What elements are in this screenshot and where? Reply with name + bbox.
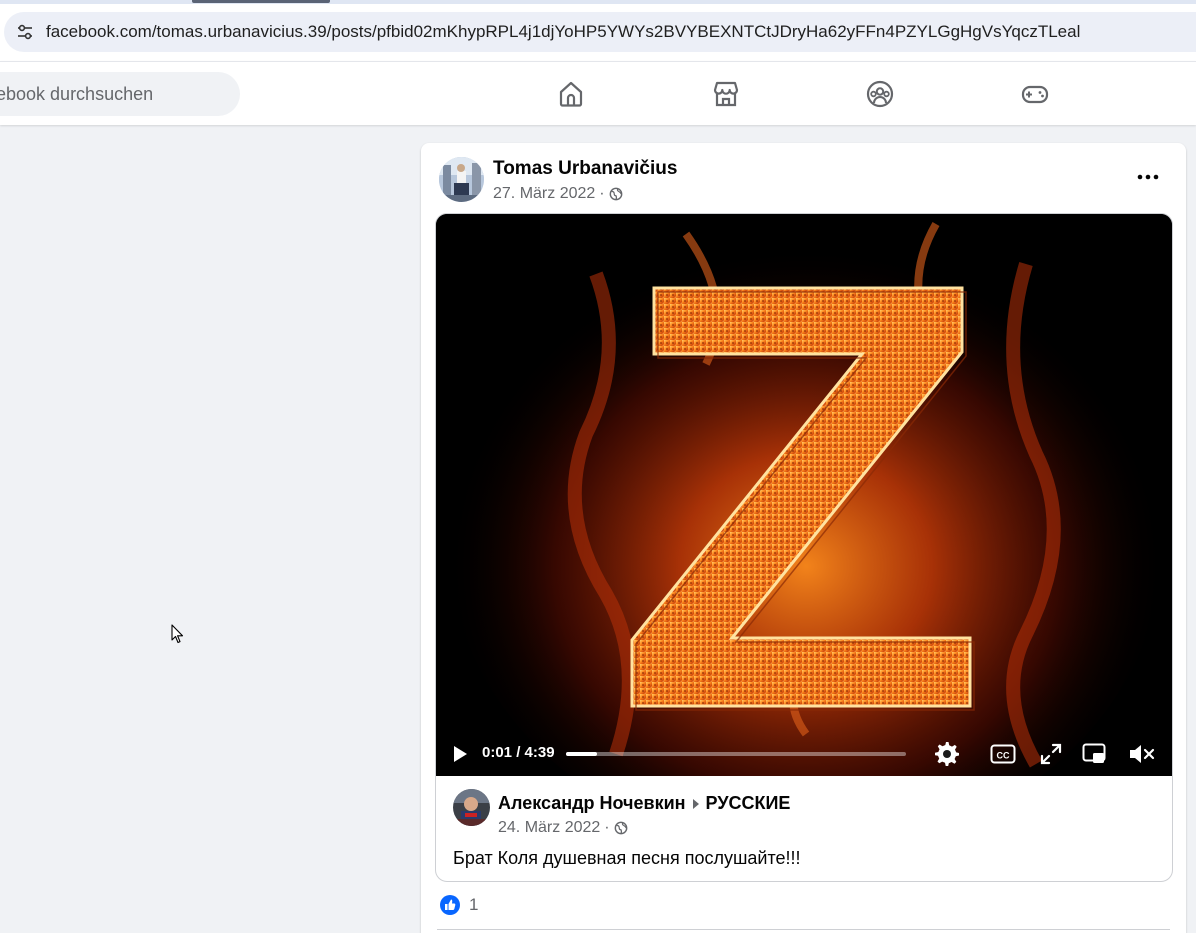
- globe-icon[interactable]: [614, 821, 628, 835]
- mouse-cursor-icon: [171, 624, 185, 649]
- active-tab-indicator[interactable]: [192, 0, 330, 3]
- video-thumbnail: [436, 214, 1172, 776]
- browser-toolbar: facebook.com/tomas.urbanavicius.39/posts…: [0, 4, 1196, 61]
- like-icon: [440, 895, 460, 915]
- globe-icon[interactable]: [609, 187, 623, 201]
- post-author-name[interactable]: Tomas Urbanavičius: [493, 158, 677, 180]
- captions-icon[interactable]: CC: [989, 740, 1017, 768]
- divider: [437, 929, 1170, 930]
- picture-in-picture-icon[interactable]: [1080, 740, 1108, 768]
- play-icon[interactable]: [450, 744, 470, 764]
- video-player[interactable]: 0:01 / 4:39 CC: [436, 214, 1172, 776]
- tune-icon[interactable]: [4, 12, 46, 52]
- mute-icon[interactable]: [1126, 740, 1156, 768]
- group-name[interactable]: РУССКИЕ: [706, 793, 791, 814]
- search-input[interactable]: ebook durchsuchen: [0, 72, 240, 116]
- original-meta: 24. März 2022 ·: [498, 819, 628, 837]
- fullscreen-icon[interactable]: [1038, 740, 1064, 768]
- original-post-text: Брат Коля душевная песня послушайте!!!: [453, 848, 801, 868]
- shared-post: 0:01 / 4:39 CC Александр Ночевкин РУССКИ…: [435, 213, 1173, 882]
- original-author-name[interactable]: Александр Ночевкин: [498, 793, 686, 814]
- settings-icon[interactable]: [933, 740, 961, 768]
- author-avatar[interactable]: [439, 157, 484, 202]
- meta-separator: ·: [599, 185, 605, 202]
- video-progress-bar[interactable]: [566, 752, 906, 756]
- video-progress-fill: [566, 752, 597, 756]
- svg-text:CC: CC: [997, 751, 1010, 761]
- post-date[interactable]: 27. März 2022: [493, 185, 595, 203]
- more-icon[interactable]: [1130, 165, 1166, 189]
- post-meta: 27. März 2022 ·: [493, 185, 623, 203]
- url-text[interactable]: facebook.com/tomas.urbanavicius.39/posts…: [46, 22, 1080, 42]
- address-bar[interactable]: facebook.com/tomas.urbanavicius.39/posts…: [4, 12, 1196, 52]
- original-meta-separator: ·: [604, 819, 610, 836]
- reaction-summary[interactable]: 1: [440, 895, 478, 915]
- caret-right-icon: [692, 798, 700, 810]
- search-placeholder: ebook durchsuchen: [0, 83, 154, 104]
- home-icon[interactable]: [555, 78, 587, 110]
- groups-icon[interactable]: [864, 78, 896, 110]
- reaction-count: 1: [469, 895, 479, 914]
- video-controls: 0:01 / 4:39 CC: [436, 732, 1172, 776]
- facebook-header: ebook durchsuchen: [0, 61, 1196, 125]
- original-author-avatar[interactable]: [453, 789, 490, 826]
- marketplace-icon[interactable]: [710, 78, 742, 110]
- video-time: 0:01 / 4:39: [482, 744, 555, 761]
- original-post-date[interactable]: 24. März 2022: [498, 819, 600, 837]
- original-author-line: Александр Ночевкин РУССКИЕ: [498, 793, 790, 814]
- post-card: Tomas Urbanavičius 27. März 2022 · 0:01 …: [421, 143, 1186, 933]
- gaming-icon[interactable]: [1019, 78, 1051, 110]
